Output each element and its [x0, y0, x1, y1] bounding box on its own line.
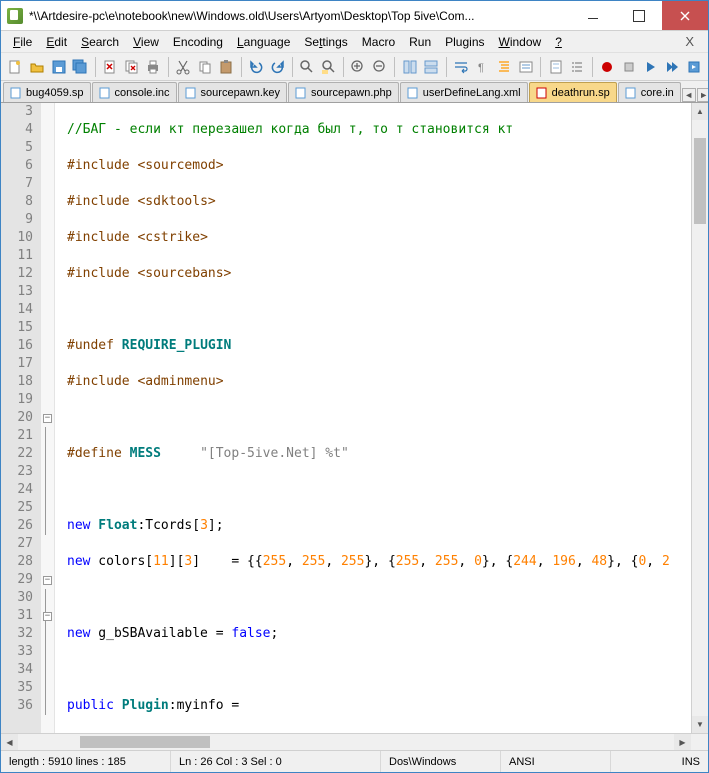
menu-window[interactable]: Window — [493, 33, 548, 51]
sync-h-icon[interactable] — [421, 56, 442, 78]
save-all-icon[interactable] — [70, 56, 91, 78]
tab-label: userDefineLang.xml — [423, 87, 521, 99]
menu-view[interactable]: View — [127, 33, 165, 51]
tab-scroll-left-icon[interactable]: ◄ — [682, 88, 696, 102]
play-multi-icon[interactable] — [662, 56, 683, 78]
code-area[interactable]: //БАГ - если кт перезашел когда был т, т… — [55, 103, 691, 733]
record-macro-icon[interactable] — [597, 56, 618, 78]
tab-scroll-right-icon[interactable]: ► — [697, 88, 708, 102]
tab-label: deathrun.sp — [552, 87, 610, 99]
menu-language[interactable]: Language — [231, 33, 296, 51]
scroll-thumb[interactable] — [694, 138, 706, 224]
tab-label: bug4059.sp — [26, 87, 84, 99]
zoom-in-icon[interactable] — [348, 56, 369, 78]
show-all-chars-icon[interactable]: ¶ — [472, 56, 493, 78]
save-icon[interactable] — [48, 56, 69, 78]
menu-file[interactable]: File — [7, 33, 38, 51]
minimize-button[interactable] — [570, 1, 616, 30]
play-macro-icon[interactable] — [640, 56, 661, 78]
tab-bug4059[interactable]: bug4059.sp — [3, 82, 91, 102]
close-button[interactable] — [662, 1, 708, 30]
toolbar: ¶ — [1, 53, 708, 81]
app-icon — [7, 8, 23, 24]
menu-run[interactable]: Run — [403, 33, 437, 51]
scroll-left-icon[interactable]: ◀ — [1, 734, 18, 750]
window-title: *\\Artdesire-pc\e\notebook\new\Windows.o… — [29, 9, 570, 23]
sync-v-icon[interactable] — [399, 56, 420, 78]
editor: 3456789101112131415161718192021222324252… — [1, 103, 708, 733]
scroll-right-icon[interactable]: ▶ — [674, 734, 691, 750]
undo-icon[interactable] — [246, 56, 267, 78]
tab-label: sourcepawn.php — [311, 87, 392, 99]
file-modified-icon — [536, 87, 548, 99]
menu-edit[interactable]: Edit — [40, 33, 73, 51]
tab-sourcepawn-key[interactable]: sourcepawn.key — [178, 82, 288, 102]
redo-icon[interactable] — [267, 56, 288, 78]
menu-search[interactable]: Search — [75, 33, 125, 51]
replace-icon[interactable] — [318, 56, 339, 78]
find-icon[interactable] — [297, 56, 318, 78]
indent-guide-icon[interactable] — [494, 56, 515, 78]
zoom-out-icon[interactable] — [370, 56, 391, 78]
print-icon[interactable] — [143, 56, 164, 78]
wordwrap-icon[interactable] — [451, 56, 472, 78]
statusbar: length : 5910 lines : 185 Ln : 26 Col : … — [1, 750, 708, 772]
new-icon[interactable] — [5, 56, 26, 78]
cut-icon[interactable] — [173, 56, 194, 78]
status-enc: ANSI — [501, 751, 611, 772]
open-icon[interactable] — [27, 56, 48, 78]
status-mode: INS — [611, 751, 708, 772]
scroll-corner — [691, 734, 708, 750]
save-macro-icon[interactable] — [683, 56, 704, 78]
titlebar: *\\Artdesire-pc\e\notebook\new\Windows.o… — [1, 1, 708, 31]
fold-minus-icon[interactable]: − — [43, 576, 52, 585]
paste-icon[interactable] — [216, 56, 237, 78]
fold-minus-icon[interactable]: − — [43, 414, 52, 423]
tab-console[interactable]: console.inc — [92, 82, 177, 102]
tabbar: bug4059.sp console.inc sourcepawn.key so… — [1, 81, 708, 103]
tab-deathrun[interactable]: deathrun.sp — [529, 82, 617, 102]
fold-column[interactable]: − − − — [41, 103, 55, 733]
menu-encoding[interactable]: Encoding — [167, 33, 229, 51]
line-numbers: 3456789101112131415161718192021222324252… — [1, 103, 41, 733]
window-controls — [570, 1, 708, 30]
status-eol: Dos\Windows — [381, 751, 501, 772]
doc-map-icon[interactable] — [545, 56, 566, 78]
file-icon — [185, 87, 197, 99]
file-icon — [99, 87, 111, 99]
tab-label: sourcepawn.key — [201, 87, 281, 99]
vertical-scrollbar[interactable]: ▲ ▼ — [691, 103, 708, 733]
file-icon — [625, 87, 637, 99]
status-length: length : 5910 lines : 185 — [1, 751, 171, 772]
tab-label: console.inc — [115, 87, 170, 99]
stop-macro-icon[interactable] — [618, 56, 639, 78]
tab-core[interactable]: core.in — [618, 82, 681, 102]
maximize-button[interactable] — [616, 1, 662, 30]
menu-help[interactable]: ? — [549, 33, 568, 51]
file-icon — [10, 87, 22, 99]
tab-nav: ◄ ► — [682, 88, 708, 102]
tab-label: core.in — [641, 87, 674, 99]
status-pos: Ln : 26 Col : 3 Sel : 0 — [171, 751, 381, 772]
menu-macro[interactable]: Macro — [356, 33, 401, 51]
svg-text:¶: ¶ — [478, 62, 484, 74]
file-icon — [407, 87, 419, 99]
close-all-icon[interactable] — [121, 56, 142, 78]
fold-minus-icon[interactable]: − — [43, 612, 52, 621]
menu-settings[interactable]: Settings — [298, 33, 353, 51]
user-lang-icon[interactable] — [516, 56, 537, 78]
tab-userdefine[interactable]: userDefineLang.xml — [400, 82, 528, 102]
horizontal-scrollbar[interactable]: ◀ ▶ — [1, 733, 708, 750]
func-list-icon[interactable] — [567, 56, 588, 78]
scroll-thumb[interactable] — [80, 736, 210, 748]
file-icon — [295, 87, 307, 99]
tab-sourcepawn-php[interactable]: sourcepawn.php — [288, 82, 399, 102]
scroll-down-icon[interactable]: ▼ — [692, 716, 708, 733]
menu-plugins[interactable]: Plugins — [439, 33, 490, 51]
close-file-icon[interactable] — [100, 56, 121, 78]
tab-close-x[interactable]: X — [677, 32, 702, 51]
menubar: File Edit Search View Encoding Language … — [1, 31, 708, 53]
scroll-up-icon[interactable]: ▲ — [692, 103, 708, 120]
copy-icon[interactable] — [194, 56, 215, 78]
